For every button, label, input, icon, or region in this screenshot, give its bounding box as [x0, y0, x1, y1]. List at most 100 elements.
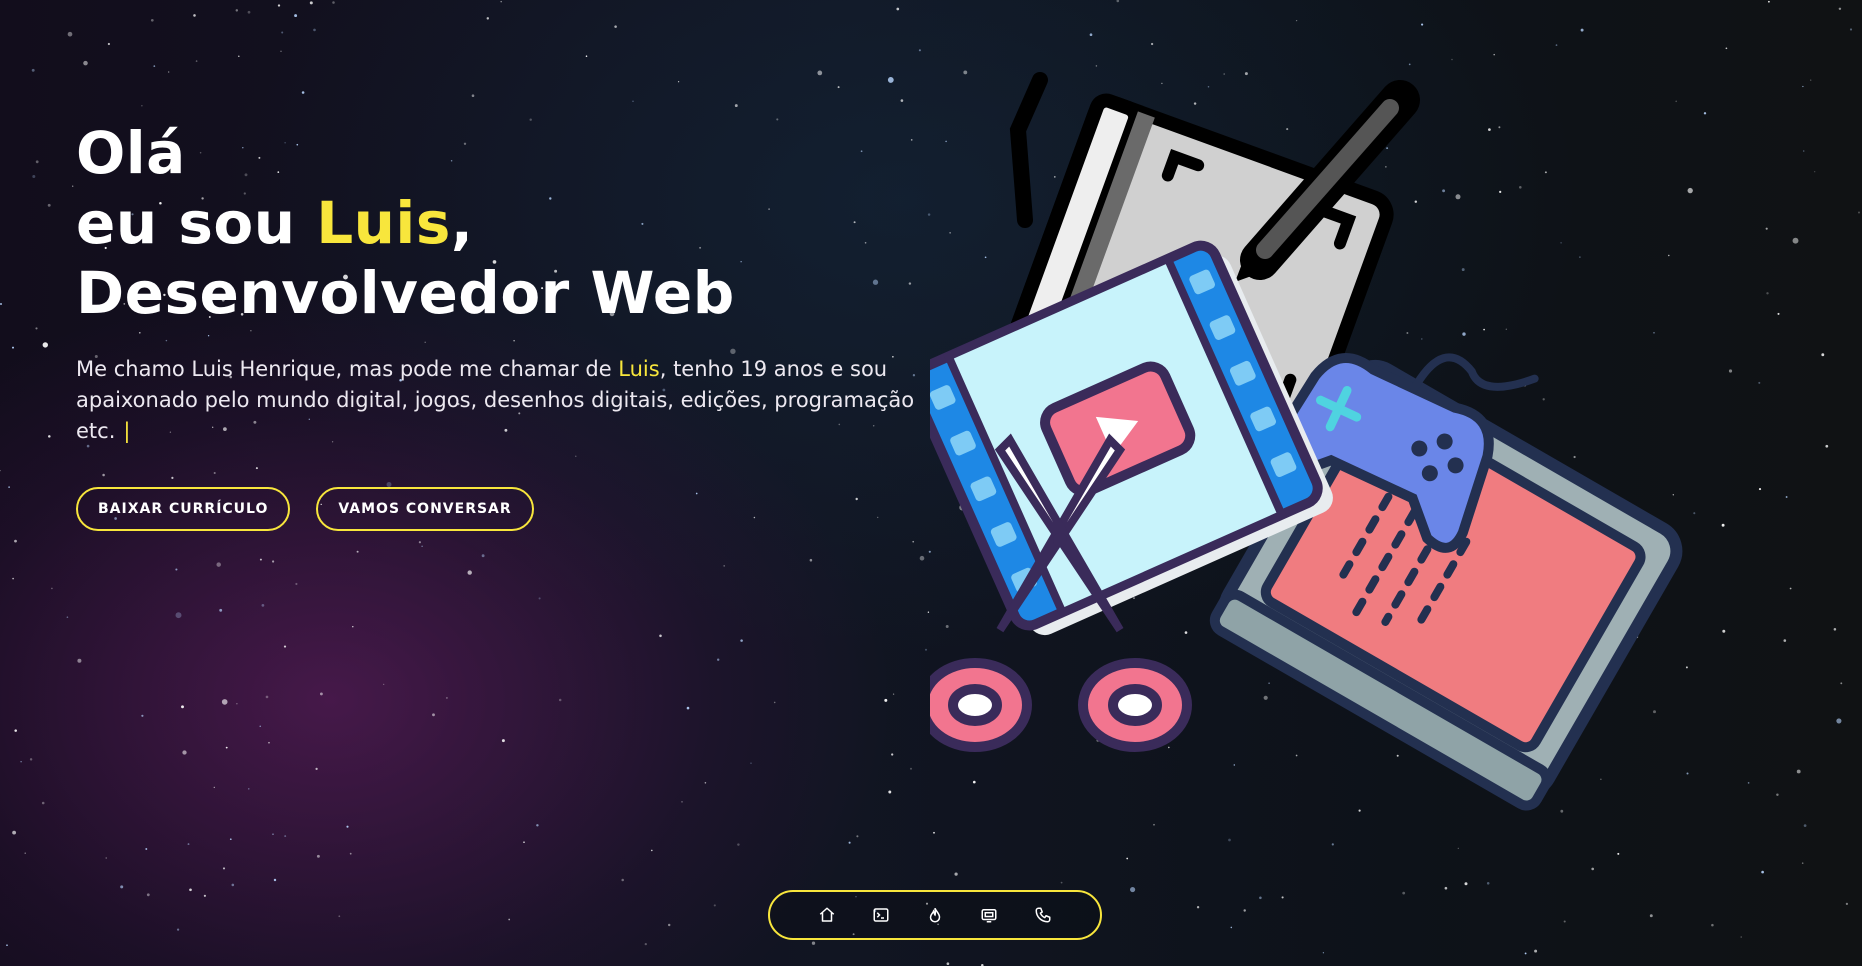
star: [349, 852, 352, 855]
star: [1783, 639, 1787, 642]
star: [445, 696, 448, 699]
star: [105, 857, 107, 859]
star: [24, 852, 26, 854]
star: [332, 1, 335, 4]
star: [313, 28, 316, 32]
star: [734, 104, 738, 108]
star: [892, 693, 895, 695]
star: [536, 824, 539, 827]
star: [8, 486, 10, 488]
star: [900, 99, 904, 102]
star: [1402, 891, 1406, 895]
hero-buttons: BAIXAR CURRÍCULO VAMOS CONVERSAR: [76, 487, 936, 531]
star: [175, 568, 178, 571]
star: [418, 541, 421, 544]
star: [1150, 42, 1154, 46]
star: [193, 14, 196, 17]
star: [1281, 896, 1284, 899]
terminal-icon: [873, 908, 889, 922]
star: [51, 587, 53, 590]
star: [1728, 369, 1733, 373]
star: [1649, 914, 1653, 918]
star: [247, 10, 251, 14]
star: [927, 611, 930, 613]
star: [265, 695, 269, 699]
star: [120, 885, 124, 889]
star: [667, 923, 671, 927]
nav-contact[interactable]: [1030, 902, 1056, 928]
star: [891, 753, 894, 756]
star: [213, 786, 215, 789]
star: [236, 703, 238, 705]
star: [1534, 949, 1538, 953]
star: [1796, 769, 1801, 774]
star: [918, 49, 921, 52]
star: [219, 608, 223, 612]
star: [471, 94, 475, 97]
star: [352, 626, 354, 628]
star: [29, 758, 33, 761]
star: [229, 838, 232, 841]
star: [1524, 952, 1527, 955]
star: [231, 883, 235, 887]
star: [238, 55, 240, 57]
star: [585, 55, 588, 57]
description-part1: Me chamo Luis Henrique, mas pode me cham…: [76, 357, 619, 381]
star: [1060, 881, 1063, 884]
star: [272, 833, 274, 836]
star: [14, 729, 17, 732]
star: [1758, 381, 1761, 384]
role-text: Desenvolvedor Web: [76, 259, 735, 327]
hero-section: Olá eu sou Luis, Desenvolvedor Web Me ch…: [76, 118, 936, 531]
star: [203, 894, 206, 897]
star: [896, 7, 900, 11]
star: [182, 750, 187, 755]
star: [1580, 28, 1584, 32]
star: [72, 185, 74, 187]
star: [919, 555, 925, 561]
star: [0, 470, 1, 472]
contact-button[interactable]: VAMOS CONVERSAR: [316, 487, 534, 531]
star: [150, 18, 154, 22]
star: [681, 801, 683, 803]
star: [48, 435, 51, 438]
star: [216, 562, 221, 567]
download-resume-button[interactable]: BAIXAR CURRÍCULO: [76, 487, 291, 531]
star: [1451, 58, 1453, 61]
star: [912, 540, 915, 543]
nav-home[interactable]: [814, 902, 840, 928]
star: [1833, 628, 1837, 631]
star: [356, 550, 359, 553]
star: [189, 888, 192, 892]
nav-projects[interactable]: [976, 902, 1002, 928]
star: [713, 904, 716, 907]
star: [301, 91, 305, 94]
star: [1116, 0, 1120, 3]
star: [77, 658, 82, 663]
star: [277, 4, 281, 7]
star: [66, 616, 69, 618]
star: [1803, 824, 1807, 827]
nav-skills[interactable]: [868, 902, 894, 928]
star: [259, 558, 262, 561]
star: [740, 639, 743, 642]
star: [1776, 793, 1779, 797]
star: [1711, 923, 1714, 927]
star: [6, 944, 8, 947]
star: [176, 928, 180, 931]
star: [248, 788, 250, 790]
star: [1814, 171, 1816, 173]
star: [235, 9, 239, 12]
star: [924, 648, 928, 651]
nav-highlights[interactable]: [922, 902, 948, 928]
star: [32, 175, 36, 178]
star: [737, 843, 740, 846]
star: [141, 714, 144, 717]
home-icon: [819, 907, 835, 922]
star: [1493, 53, 1495, 56]
star: [107, 42, 111, 46]
star: [1591, 867, 1595, 871]
star: [421, 545, 423, 548]
star: [12, 346, 14, 349]
star: [259, 725, 261, 727]
